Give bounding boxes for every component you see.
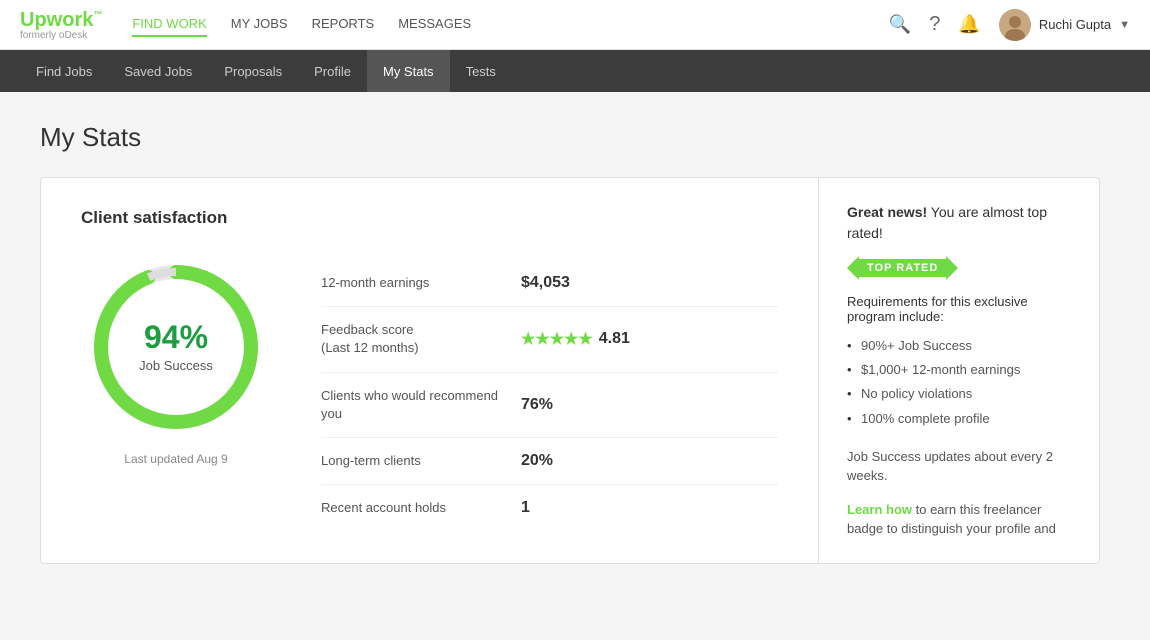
list-item: 100% complete profile xyxy=(847,407,1071,431)
list-item: No policy violations xyxy=(847,382,1071,406)
stats-card: Client satisfaction xyxy=(40,177,1100,564)
donut-wrapper: 94% Job Success xyxy=(81,252,271,442)
stats-right: Great news! You are almost top rated! TO… xyxy=(819,178,1099,563)
stat-label: Long-term clients xyxy=(321,452,521,470)
page-content: My Stats Client satisfaction xyxy=(0,92,1150,594)
top-rated-badge: TOP RATED xyxy=(847,256,958,280)
stat-label: Recent account holds xyxy=(321,499,521,517)
stat-row: Long-term clients 20% xyxy=(321,438,778,485)
learn-how-text: Learn how to earn this freelancer badge … xyxy=(847,500,1071,539)
stats-left: Client satisfaction xyxy=(41,178,819,563)
donut-center: 94% Job Success xyxy=(139,319,213,373)
donut-label: Job Success xyxy=(139,358,213,373)
requirements-title: Requirements for this exclusive program … xyxy=(847,294,1071,324)
logo: Upwork™ xyxy=(20,8,102,30)
subnav-saved-jobs[interactable]: Saved Jobs xyxy=(108,50,208,92)
stats-table: 12-month earnings $4,053 Feedback score(… xyxy=(321,252,778,531)
nav-reports[interactable]: REPORTS xyxy=(312,12,375,37)
stat-label: 12-month earnings xyxy=(321,274,521,292)
sub-nav: Find Jobs Saved Jobs Proposals Profile M… xyxy=(0,50,1150,92)
search-icon[interactable]: 🔍 xyxy=(889,14,911,35)
donut-percent: 94% xyxy=(139,319,213,356)
badge-right xyxy=(946,256,958,280)
section-title: Client satisfaction xyxy=(81,208,778,228)
stat-row: Feedback score(Last 12 months) ★★★★★ 4.8… xyxy=(321,307,778,372)
stat-value: 20% xyxy=(521,452,553,470)
stat-value: 76% xyxy=(521,396,553,414)
stat-label: Feedback score(Last 12 months) xyxy=(321,321,521,357)
stat-row: Recent account holds 1 xyxy=(321,485,778,531)
logo-area: Upwork™ formerly oDesk xyxy=(20,8,102,41)
great-news-text: Great news! You are almost top rated! xyxy=(847,202,1071,244)
subnav-tests[interactable]: Tests xyxy=(450,50,512,92)
subnav-find-jobs[interactable]: Find Jobs xyxy=(20,50,108,92)
subnav-proposals[interactable]: Proposals xyxy=(208,50,298,92)
notification-icon[interactable]: 🔔 xyxy=(958,14,980,35)
nav-find-work[interactable]: FIND WORK xyxy=(132,12,206,37)
stat-row: Clients who would recommend you 76% xyxy=(321,373,778,438)
list-item: 90%+ Job Success xyxy=(847,334,1071,358)
top-nav: Upwork™ formerly oDesk FIND WORK MY JOBS… xyxy=(0,0,1150,50)
user-area[interactable]: Ruchi Gupta ▼ xyxy=(999,9,1130,41)
top-nav-right: 🔍 ? 🔔 Ruchi Gupta ▼ xyxy=(889,9,1130,41)
learn-how-link[interactable]: Learn how xyxy=(847,502,912,517)
nav-my-jobs[interactable]: MY JOBS xyxy=(231,12,288,37)
badge-left xyxy=(847,256,859,280)
feedback-score: 4.81 xyxy=(599,330,630,348)
chevron-down-icon: ▼ xyxy=(1119,19,1130,31)
great-news-strong: Great news! xyxy=(847,204,927,220)
stat-value: $4,053 xyxy=(521,274,570,292)
stat-value: ★★★★★ 4.81 xyxy=(521,329,630,349)
stats-main: 94% Job Success Last updated Aug 9 12-mo… xyxy=(81,252,778,531)
last-updated: Last updated Aug 9 xyxy=(124,452,227,466)
list-item: $1,000+ 12-month earnings xyxy=(847,358,1071,382)
requirements-list: 90%+ Job Success $1,000+ 12-month earnin… xyxy=(847,334,1071,431)
update-info: Job Success updates about every 2 weeks. xyxy=(847,447,1071,486)
stat-label: Clients who would recommend you xyxy=(321,387,521,423)
help-icon[interactable]: ? xyxy=(929,13,940,36)
nav-messages[interactable]: MESSAGES xyxy=(398,12,471,37)
subnav-profile[interactable]: Profile xyxy=(298,50,367,92)
subnav-my-stats[interactable]: My Stats xyxy=(367,50,450,92)
user-name: Ruchi Gupta xyxy=(1039,17,1111,32)
stat-value: 1 xyxy=(521,499,530,517)
donut-container: 94% Job Success Last updated Aug 9 xyxy=(81,252,271,466)
badge-center: TOP RATED xyxy=(859,259,946,277)
stars-icon: ★★★★★ xyxy=(521,329,593,349)
stat-label-sub: (Last 12 months) xyxy=(321,340,419,355)
top-nav-links: FIND WORK MY JOBS REPORTS MESSAGES xyxy=(132,12,889,37)
avatar xyxy=(999,9,1031,41)
logo-sub: formerly oDesk xyxy=(20,30,102,41)
stat-row: 12-month earnings $4,053 xyxy=(321,260,778,307)
page-title: My Stats xyxy=(40,122,1110,153)
